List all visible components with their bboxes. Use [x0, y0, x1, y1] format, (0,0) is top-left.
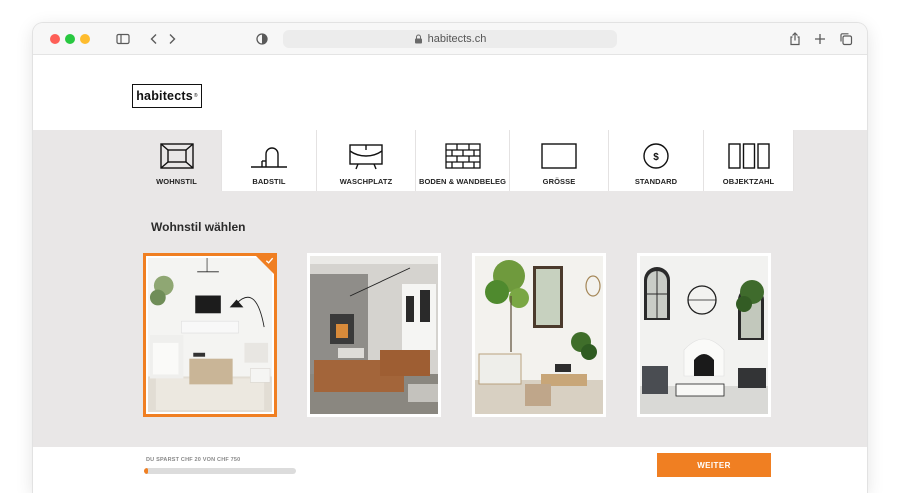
- address-bar[interactable]: habitects.ch: [283, 30, 617, 48]
- minimize-window-button[interactable]: [80, 34, 90, 44]
- nav-label: BADSTIL: [252, 177, 286, 186]
- logo-text: habitects: [136, 89, 193, 103]
- back-icon[interactable]: [146, 31, 162, 47]
- screen: habitects.ch habitects ® WOHNSTIL BADSTI…: [0, 0, 900, 493]
- nav-label: WOHNSTIL: [156, 177, 197, 186]
- new-tab-icon[interactable]: [812, 31, 828, 47]
- nav-step-boden-wandbeleg[interactable]: BODEN & WANDBELEG: [416, 130, 510, 191]
- address-url: habitects.ch: [427, 33, 487, 45]
- dollar-icon: $: [643, 143, 669, 169]
- checkmark-icon: [265, 257, 274, 264]
- step-navigation: WOHNSTIL BADSTIL WASCHPLATZ BODEN & WAND…: [33, 130, 867, 191]
- site-header: habitects ®: [33, 55, 867, 131]
- savings-text: DU SPARST CHF 20 VON CHF 750: [146, 457, 241, 463]
- nav-step-waschplatz[interactable]: WASCHPLATZ: [317, 130, 416, 191]
- lock-icon: [414, 34, 422, 44]
- faucet-icon: [251, 147, 287, 168]
- room-icon: [159, 143, 194, 169]
- nav-step-objektzahl[interactable]: OBJEKTZAHL: [704, 130, 794, 191]
- living-room-image: [310, 256, 438, 414]
- main-content: Wohnstil wählen: [33, 191, 867, 447]
- svg-text:$: $: [653, 152, 659, 163]
- page-title: Wohnstil wählen: [151, 220, 246, 234]
- browser-window: habitects.ch habitects ® WOHNSTIL BADSTI…: [33, 23, 867, 493]
- progress-fill: [144, 468, 149, 474]
- nav-label: BODEN & WANDBELEG: [418, 177, 507, 186]
- share-icon[interactable]: [787, 31, 803, 47]
- style-card-natural-plants[interactable]: [472, 253, 606, 417]
- privacy-shield-icon[interactable]: [254, 31, 270, 47]
- nav-label: OBJEKTZAHL: [722, 177, 775, 186]
- living-room-image: [640, 256, 768, 414]
- site-logo[interactable]: habitects ®: [132, 84, 202, 108]
- zoom-window-button[interactable]: [65, 34, 75, 44]
- nav-step-standard[interactable]: $ STANDARD: [609, 130, 704, 191]
- close-window-button[interactable]: [50, 34, 60, 44]
- tiles-icon: [444, 143, 481, 169]
- style-card-mediterranean-white[interactable]: [637, 253, 771, 417]
- living-room-image: [148, 258, 272, 412]
- footer-bar: DU SPARST CHF 20 VON CHF 750 WEITER: [33, 447, 867, 493]
- living-room-image: [475, 256, 603, 414]
- objects-icon: [727, 143, 770, 169]
- savings-progress-bar: [144, 468, 296, 474]
- tab-overview-icon[interactable]: [838, 31, 854, 47]
- nav-step-wohnstil[interactable]: WOHNSTIL: [132, 130, 222, 191]
- next-button[interactable]: WEITER: [657, 453, 771, 477]
- nav-label: GRÖSSE: [542, 177, 576, 186]
- forward-icon[interactable]: [164, 31, 180, 47]
- nav-label: STANDARD: [634, 177, 678, 186]
- washbasin-icon: [349, 144, 383, 170]
- nav-step-badstil[interactable]: BADSTIL: [222, 130, 317, 191]
- style-card-industrial[interactable]: [307, 253, 441, 417]
- sidebar-icon[interactable]: [115, 31, 131, 47]
- logo-registered-mark: ®: [193, 93, 198, 99]
- size-icon: [541, 143, 577, 169]
- nav-label: WASCHPLATZ: [339, 177, 393, 186]
- nav-step-groesse[interactable]: GRÖSSE: [510, 130, 609, 191]
- browser-toolbar: habitects.ch: [33, 23, 867, 55]
- style-card-modern-white[interactable]: [143, 253, 277, 417]
